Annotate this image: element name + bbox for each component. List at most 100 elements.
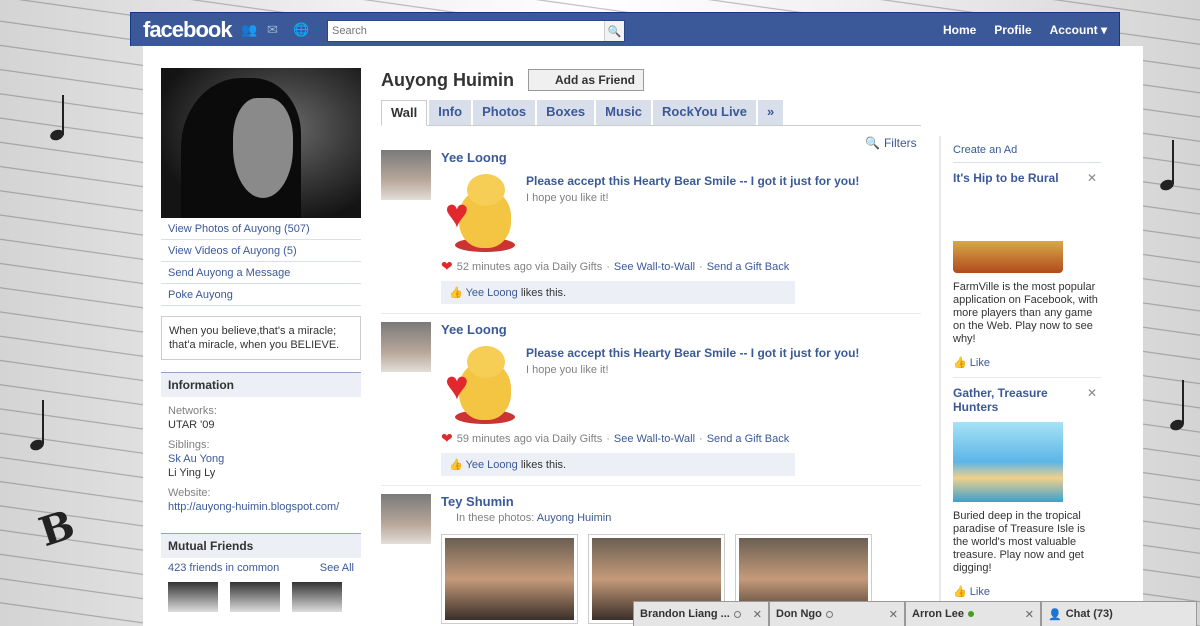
search-input[interactable] xyxy=(328,22,604,40)
tab-wall[interactable]: Wall xyxy=(381,100,428,126)
chat-name: Brandon Liang ... xyxy=(640,608,730,620)
tab-more[interactable]: » xyxy=(758,100,784,125)
mutual-count-link[interactable]: 423 friends in common xyxy=(168,562,279,574)
chat-tab-arron[interactable]: Arron Lee ✕ xyxy=(905,601,1041,626)
ad-like-button[interactable]: 👍 Like xyxy=(953,585,1101,598)
ad-treasure-isle: Gather, Treasure Hunters ✕ Buried deep i… xyxy=(953,378,1101,607)
daily-gifts-icon: ❤ xyxy=(441,258,453,274)
ad-like-label: Like xyxy=(969,357,990,369)
story-time: 52 minutes ago via Daily Gifts xyxy=(456,260,603,273)
mutual-friends-heading: Mutual Friends xyxy=(161,533,361,558)
gift-title-link[interactable]: Please accept this Hearty Bear Smile -- … xyxy=(526,174,859,188)
profile-name: Auyong Huimin xyxy=(381,69,514,90)
avatar[interactable] xyxy=(381,494,431,544)
view-photos-link[interactable]: View Photos of Auyong (507) xyxy=(161,218,361,240)
see-wall-to-wall-link[interactable]: See Wall-to-Wall xyxy=(614,433,695,445)
see-all-link[interactable]: See All xyxy=(320,562,354,574)
tab-boxes[interactable]: Boxes xyxy=(537,100,595,125)
friend-requests-icon[interactable]: 👥 xyxy=(241,23,257,37)
liker-link[interactable]: Yee Loong xyxy=(466,459,518,471)
tagged-in-photos: In these photos: Auyong Huimin xyxy=(456,512,611,524)
sibling-link[interactable]: Sk Au Yong xyxy=(168,452,354,466)
story-actor[interactable]: Yee Loong xyxy=(441,150,507,165)
buddy-list-icon: 👤 xyxy=(1048,608,1062,621)
story-actor[interactable]: Yee Loong xyxy=(441,322,507,337)
top-bar: facebook 👥 ✉ 🌐 🔍 Home Profile Account ▾ xyxy=(0,0,1200,46)
daily-gifts-icon: ❤ xyxy=(441,430,453,446)
gift-title-link[interactable]: Please accept this Hearty Bear Smile -- … xyxy=(526,346,859,360)
idle-status-icon xyxy=(733,610,741,618)
chat-name: Arron Lee xyxy=(912,608,964,620)
ad-title[interactable]: It's Hip to be Rural xyxy=(953,171,1083,185)
treasure-isle-ad-image[interactable] xyxy=(953,422,1063,502)
ad-text: Buried deep in the tropical paradise of … xyxy=(953,510,1086,574)
mutual-friend-thumb[interactable] xyxy=(168,582,218,612)
story-actor[interactable]: Tey Shumin xyxy=(441,494,514,509)
chat-name: Don Ngo xyxy=(776,608,822,620)
mutual-friend-thumb[interactable] xyxy=(230,582,280,612)
send-gift-back-link[interactable]: Send a Gift Back xyxy=(707,261,790,273)
add-friend-button[interactable]: Add as Friend xyxy=(528,69,645,91)
tab-info[interactable]: Info xyxy=(429,100,472,125)
poke-link[interactable]: Poke Auyong xyxy=(161,284,361,306)
nav-profile[interactable]: Profile xyxy=(994,23,1031,37)
nav-home[interactable]: Home xyxy=(943,23,976,37)
chat-button[interactable]: 👤 Chat (73) xyxy=(1041,601,1197,626)
send-gift-back-link[interactable]: Send a Gift Back xyxy=(707,433,790,445)
website-link[interactable]: http://auyong-huimin.blogspot.com/ xyxy=(168,500,354,514)
messages-icon[interactable]: ✉ xyxy=(267,23,283,37)
send-message-link[interactable]: Send Auyong a Message xyxy=(161,262,361,284)
chat-tab-brandon[interactable]: Brandon Liang ... ✕ xyxy=(633,601,769,626)
thumbs-up-icon: 👍 xyxy=(953,586,967,598)
facebook-logo[interactable]: facebook xyxy=(143,17,233,43)
close-icon[interactable]: ✕ xyxy=(1025,608,1034,621)
networks-value: UTAR '09 xyxy=(168,419,215,431)
ad-farmville: It's Hip to be Rural ✕ FarmVille is the … xyxy=(953,163,1101,378)
gift-subtitle: I hope you like it! xyxy=(526,364,609,376)
liker-link[interactable]: Yee Loong xyxy=(466,287,518,299)
chat-bar: Brandon Liang ... ✕ Don Ngo ✕ Arron Lee … xyxy=(633,601,1197,626)
hearty-bear-gift-image[interactable]: ♥ xyxy=(441,172,519,252)
close-icon[interactable]: ✕ xyxy=(753,608,762,621)
website-label: Website: xyxy=(168,487,211,499)
likes-text: likes this. xyxy=(520,459,567,471)
close-icon[interactable]: ✕ xyxy=(1087,386,1097,400)
filters-button[interactable]: 🔍 Filters xyxy=(865,136,917,150)
ad-title[interactable]: Gather, Treasure Hunters xyxy=(953,386,1083,414)
likes-text: likes this. xyxy=(520,287,567,299)
ad-like-label: Like xyxy=(969,586,990,598)
profile-picture[interactable] xyxy=(161,68,361,218)
ad-like-button[interactable]: 👍 Like xyxy=(953,356,1101,369)
networks-label: Networks: xyxy=(168,405,217,417)
wall-story: Yee Loong ♥ Please accept this Hearty Be… xyxy=(381,322,921,486)
story-meta: ❤ 52 minutes ago via Daily Gifts · See W… xyxy=(441,258,790,274)
tab-photos[interactable]: Photos xyxy=(473,100,536,125)
top-nav: Home Profile Account ▾ xyxy=(943,23,1107,37)
view-videos-link[interactable]: View Videos of Auyong (5) xyxy=(161,240,361,262)
search-icon[interactable]: 🔍 xyxy=(604,21,624,41)
photo-thumb[interactable] xyxy=(441,534,578,624)
tagged-person-link[interactable]: Auyong Huimin xyxy=(537,512,612,524)
ad-text: FarmVille is the most popular applicatio… xyxy=(953,281,1098,345)
likes-bar: 👍 Yee Loong likes this. xyxy=(441,453,795,476)
tab-rockyou-live[interactable]: RockYou Live xyxy=(653,100,757,125)
chat-label: Chat (73) xyxy=(1065,608,1113,620)
tab-music[interactable]: Music xyxy=(596,100,652,125)
avatar[interactable] xyxy=(381,150,431,200)
farmville-ad-image[interactable] xyxy=(953,193,1063,273)
avatar[interactable] xyxy=(381,322,431,372)
close-icon[interactable]: ✕ xyxy=(1087,171,1097,185)
profile-tabs: Wall Info Photos Boxes Music RockYou Liv… xyxy=(381,100,921,126)
nav-account[interactable]: Account ▾ xyxy=(1050,23,1107,37)
gift-subtitle: I hope you like it! xyxy=(526,192,609,204)
mutual-friend-thumb[interactable] xyxy=(292,582,342,612)
notifications-icon[interactable]: 🌐 xyxy=(293,23,309,37)
profile-quote: When you believe,that's a miracle; that'… xyxy=(161,316,361,360)
close-icon[interactable]: ✕ xyxy=(889,608,898,621)
information-box: Networks: UTAR '09 Siblings: Sk Au Yong … xyxy=(161,397,361,521)
thumbs-up-icon: 👍 xyxy=(953,357,967,369)
see-wall-to-wall-link[interactable]: See Wall-to-Wall xyxy=(614,261,695,273)
hearty-bear-gift-image[interactable]: ♥ xyxy=(441,344,519,424)
chat-tab-don[interactable]: Don Ngo ✕ xyxy=(769,601,905,626)
create-ad-link[interactable]: Create an Ad xyxy=(953,136,1101,163)
